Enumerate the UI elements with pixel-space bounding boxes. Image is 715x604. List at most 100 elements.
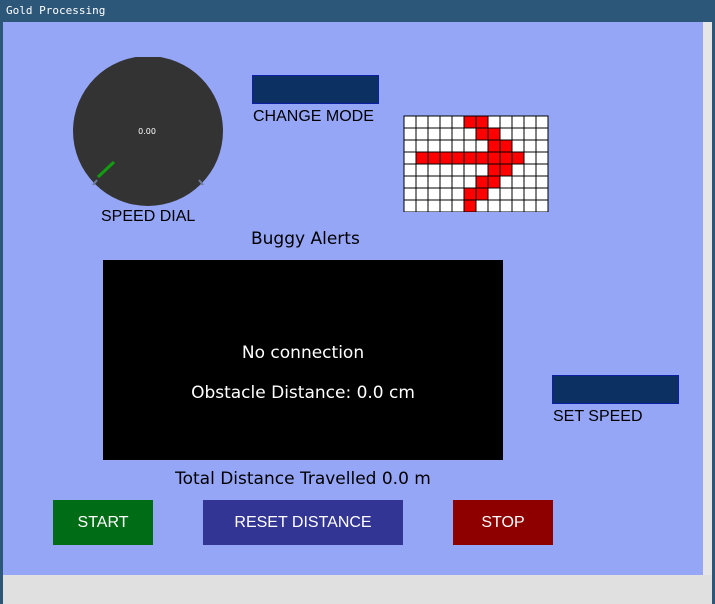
grid-cell	[523, 139, 537, 153]
grid-cell	[415, 199, 429, 212]
grid-cell	[487, 139, 501, 153]
grid-cell	[451, 151, 465, 165]
grid-cell	[511, 139, 525, 153]
set-speed-label: SET SPEED	[553, 408, 643, 425]
grid-cell	[451, 199, 465, 212]
grid-cell	[463, 163, 477, 177]
stop-button[interactable]: STOP	[453, 500, 553, 545]
grid-cell	[511, 175, 525, 189]
main-canvas: 0.00 SPEED DIAL CHANGE MODE Buggy Alerts…	[3, 22, 703, 575]
grid-cell	[451, 139, 465, 153]
grid-cell	[487, 163, 501, 177]
grid-cell	[475, 151, 489, 165]
grid-cell	[451, 115, 465, 129]
grid-cell	[427, 139, 441, 153]
grid-cell	[463, 199, 477, 212]
obstacle-distance: Obstacle Distance: 0.0 cm	[191, 383, 415, 403]
grid-cell	[439, 175, 453, 189]
grid-cell	[499, 115, 513, 129]
grid-cell	[439, 127, 453, 141]
grid-cell	[439, 151, 453, 165]
grid-cell	[523, 115, 537, 129]
grid-cell	[535, 115, 549, 129]
grid-cell	[439, 139, 453, 153]
grid-cell	[427, 163, 441, 177]
grid-cell	[463, 139, 477, 153]
grid-cell	[499, 127, 513, 141]
grid-cell	[403, 187, 417, 201]
grid-cell	[451, 187, 465, 201]
set-speed-field[interactable]	[552, 375, 679, 404]
grid-cell	[523, 127, 537, 141]
grid-cell	[427, 115, 441, 129]
grid-cell	[439, 187, 453, 201]
grid-cell	[451, 127, 465, 141]
grid-cell	[511, 115, 525, 129]
grid-cell	[511, 163, 525, 177]
grid-cell	[499, 151, 513, 165]
grid-cell	[415, 175, 429, 189]
grid-cell	[427, 187, 441, 201]
change-mode-field[interactable]	[252, 75, 379, 104]
grid-cell	[403, 175, 417, 189]
grid-cell	[523, 175, 537, 189]
grid-cell	[487, 151, 501, 165]
grid-cell	[403, 139, 417, 153]
grid-cell	[535, 163, 549, 177]
grid-cell	[487, 199, 501, 212]
title-bar: Gold Processing	[0, 0, 715, 22]
grid-cell	[451, 163, 465, 177]
grid-cell	[475, 199, 489, 212]
reset-distance-button[interactable]: RESET DISTANCE	[203, 500, 403, 545]
bottom-strip	[3, 575, 712, 604]
grid-cell	[439, 115, 453, 129]
grid-cell	[535, 187, 549, 201]
grid-cell	[499, 139, 513, 153]
grid-cell	[475, 187, 489, 201]
grid-cell	[487, 175, 501, 189]
grid-cell	[523, 187, 537, 201]
grid-cell	[439, 163, 453, 177]
grid-cell	[403, 199, 417, 212]
connection-status: No connection	[241, 343, 365, 363]
grid-cell	[415, 163, 429, 177]
buggy-alerts-heading: Buggy Alerts	[251, 229, 360, 249]
grid-cell	[403, 127, 417, 141]
grid-cell	[535, 139, 549, 153]
speed-dial-value: 0.00	[138, 127, 156, 136]
change-mode-label: CHANGE MODE	[253, 108, 374, 125]
grid-cell	[523, 163, 537, 177]
grid-cell	[439, 199, 453, 212]
grid-cell	[523, 199, 537, 212]
speed-dial: 0.00	[73, 57, 223, 206]
direction-indicator-grid	[403, 115, 549, 212]
grid-cell	[415, 187, 429, 201]
grid-cell	[403, 163, 417, 177]
grid-cell	[403, 151, 417, 165]
grid-cell	[415, 127, 429, 141]
grid-cell	[427, 127, 441, 141]
total-distance: Total Distance Travelled 0.0 m	[175, 469, 431, 489]
start-button[interactable]: START	[53, 500, 153, 545]
grid-cell	[475, 139, 489, 153]
grid-cell	[403, 115, 417, 129]
grid-cell	[427, 199, 441, 212]
grid-cell	[427, 175, 441, 189]
grid-cell	[463, 127, 477, 141]
grid-cell	[427, 151, 441, 165]
grid-cell	[499, 163, 513, 177]
grid-cell	[475, 163, 489, 177]
grid-cell	[511, 127, 525, 141]
grid-cell	[535, 175, 549, 189]
grid-cell	[415, 115, 429, 129]
grid-cell	[463, 175, 477, 189]
grid-cell	[499, 199, 513, 212]
grid-cell	[535, 151, 549, 165]
grid-cell	[535, 127, 549, 141]
alerts-panel: No connection Obstacle Distance: 0.0 cm	[103, 260, 503, 460]
grid-cell	[475, 115, 489, 129]
grid-cell	[499, 175, 513, 189]
grid-cell	[463, 115, 477, 129]
grid-cell	[451, 175, 465, 189]
grid-cell	[463, 151, 477, 165]
